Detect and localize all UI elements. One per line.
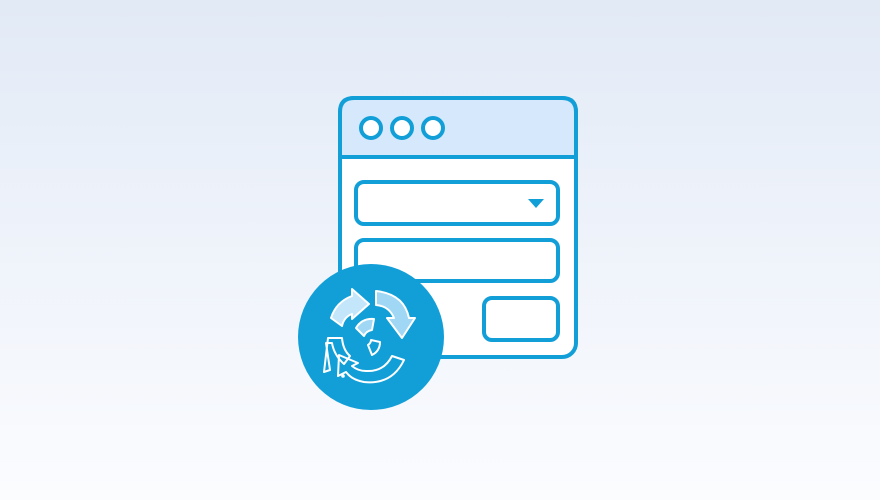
dropdown-field	[354, 180, 560, 226]
window-dot-1	[359, 116, 383, 140]
window-dots-icon	[359, 116, 445, 140]
refresh-cycle-icon	[298, 264, 444, 410]
refresh-badge	[298, 264, 444, 410]
window-dot-2	[390, 116, 414, 140]
button-icon	[482, 296, 560, 342]
dropdown-field-icon	[354, 180, 560, 226]
window-dot-3	[421, 116, 445, 140]
form-sync-illustration	[298, 96, 578, 410]
cycle-dot	[341, 374, 345, 378]
